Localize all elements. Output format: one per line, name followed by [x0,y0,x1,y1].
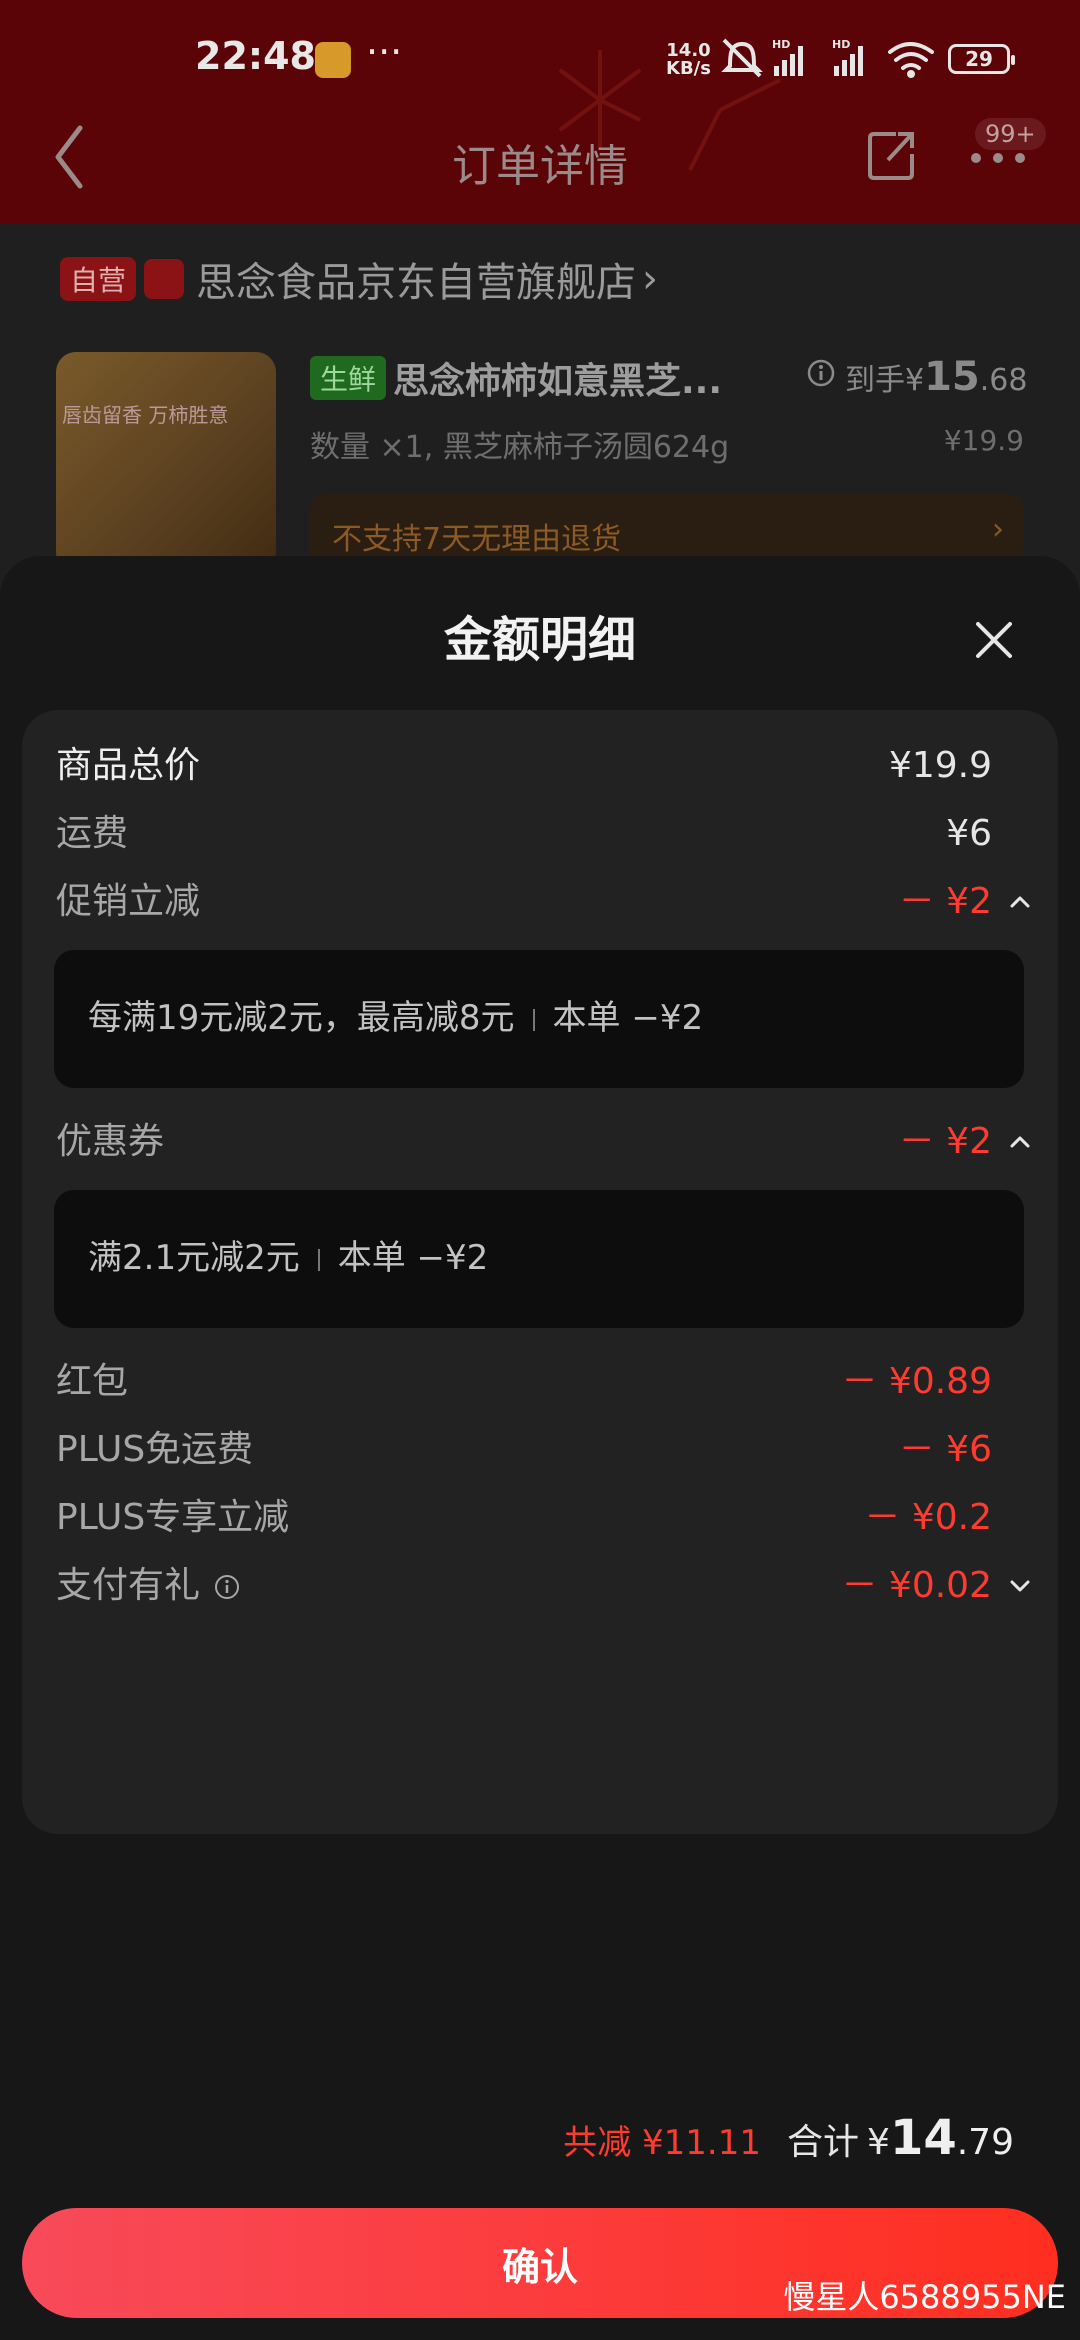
plus-shipping-label: PLUS免运费 [56,1429,254,1470]
promo-rule: 每满19元减2元，最高减8元 [88,998,515,1038]
product-name[interactable]: 思念柿柿如意黑芝... [393,352,722,404]
pay-gift-label: 支付有礼 [56,1565,201,1606]
mute-icon [721,38,763,78]
final-price: 到手¥15.68 [845,354,1027,400]
red-packet-row: 红包 － ¥0.89 [56,1352,992,1412]
signal-2-icon: HD [832,38,863,76]
sheet-title: 金额明细 [443,612,636,668]
info-icon[interactable] [806,358,836,388]
plus-discount-value: － ¥0.2 [864,1497,992,1538]
chevron-right-icon: › [642,256,659,302]
share-icon[interactable] [866,128,918,182]
pay-gift-label-wrap: 支付有礼 [56,1556,240,1616]
store-row[interactable]: 自营 思念食品京东自营旗舰店 › [60,254,659,306]
goods-total-row: 商品总价 ¥19.9 [56,736,992,796]
coupon-detail-box: 满2.1元减2元 本单 −¥2 [54,1190,1024,1328]
shipping-value: ¥6 [946,813,992,854]
shipping-row: 运费 ¥6 [56,804,992,864]
chevron-up-icon[interactable] [1008,1130,1032,1154]
notification-app-icon [315,42,351,78]
goods-total-value: ¥19.9 [888,745,992,786]
self-operated-tag: 自营 [60,257,137,301]
plus-discount-row: PLUS专享立减 － ¥0.2 [56,1488,992,1548]
plus-shipping-value: － ¥6 [898,1429,992,1470]
message-count-badge: 99+ [975,118,1046,150]
network-speed-unit: KB/s [666,58,711,79]
pay-gift-row[interactable]: 支付有礼 － ¥0.02 [56,1556,1030,1616]
total-label: 合计 [787,2122,860,2163]
more-notifications-icon: ··· [366,30,403,74]
total-saved: 共减 ¥11.11 [563,2123,762,2163]
promo-detail-box: 每满19元减2元，最高减8元 本单 −¥2 [54,950,1024,1088]
final-price-int: 15 [924,354,980,400]
close-icon[interactable] [972,618,1016,662]
coupon-row[interactable]: 优惠券 － ¥2 [56,1112,1030,1172]
coupon-rule: 满2.1元减2元 [88,1238,300,1278]
store-name: 思念食品京东自营旗舰店 [196,260,637,306]
goods-total-label: 商品总价 [56,745,201,786]
final-price-prefix: 到手¥ [845,363,925,398]
store-logo-icon [144,259,185,299]
promo-value: － ¥2 [898,881,992,922]
chevron-down-icon[interactable] [1008,1574,1032,1598]
fresh-tag: 生鲜 [310,356,387,400]
amount-detail-card: 商品总价 ¥19.9 运费 ¥6 促销立减 － ¥2 每满19元减2元，最高减8… [22,710,1058,1834]
total-int: 14 [889,2110,957,2166]
total-currency: ¥ [867,2122,890,2163]
status-time: 22:48 [195,34,316,78]
red-packet-value: － ¥0.89 [841,1361,992,1402]
coupon-value: － ¥2 [898,1121,992,1162]
signal-1-icon: HD [772,38,803,76]
original-price: ¥19.9 [943,424,1024,457]
svg-text:HD: HD [832,38,850,51]
chevron-up-icon[interactable] [1008,890,1032,914]
promo-label: 促销立减 [56,881,201,922]
chevron-right-icon: › [992,512,1004,547]
coupon-detail-text: 满2.1元减2元 本单 −¥2 [88,1230,488,1279]
watermark: 慢星人6588955NE [783,2278,1066,2316]
wifi-icon [888,42,934,78]
divider [532,1008,535,1031]
product-image-text: 唇齿留香 万柿胜意 [62,403,229,427]
info-icon[interactable] [214,1574,240,1600]
total-summary: 共减 ¥11.11 合计 ¥ 14 .79 [563,2110,1014,2170]
top-area: 22:48 ··· 14.0 KB/s HD HD 29 订单详情 99+ [0,0,1080,224]
promo-amount: 本单 −¥2 [552,998,704,1038]
pay-gift-value: － ¥0.02 [841,1565,992,1606]
shipping-label: 运费 [56,813,129,854]
battery-indicator: 29 [948,44,1015,74]
quantity-spec: 数量 ×1, 黑芝麻柿子汤圆624g [310,430,730,465]
amount-detail-sheet: 金额明细 商品总价 ¥19.9 运费 ¥6 促销立减 － ¥2 每满19元减2元… [0,556,1080,2340]
total-dec: .79 [956,2122,1014,2163]
red-packet-label: 红包 [56,1361,129,1402]
return-policy-text: 不支持7天无理由退货 [332,522,622,557]
final-price-dec: .68 [979,363,1028,398]
promo-row[interactable]: 促销立减 － ¥2 [56,872,1030,932]
product-image[interactable]: 唇齿留香 万柿胜意 [56,352,276,572]
plus-discount-label: PLUS专享立减 [56,1497,290,1538]
network-speed: 14.0 KB/s [666,42,711,78]
promo-detail-text: 每满19元减2元，最高减8元 本单 −¥2 [88,990,703,1039]
coupon-label: 优惠券 [56,1121,165,1162]
more-icon[interactable] [968,148,1028,168]
page-title: 订单详情 [452,141,628,192]
svg-text:HD: HD [772,38,790,51]
plus-shipping-row: PLUS免运费 － ¥6 [56,1420,992,1480]
divider [317,1248,320,1271]
coupon-amount: 本单 −¥2 [337,1238,489,1278]
